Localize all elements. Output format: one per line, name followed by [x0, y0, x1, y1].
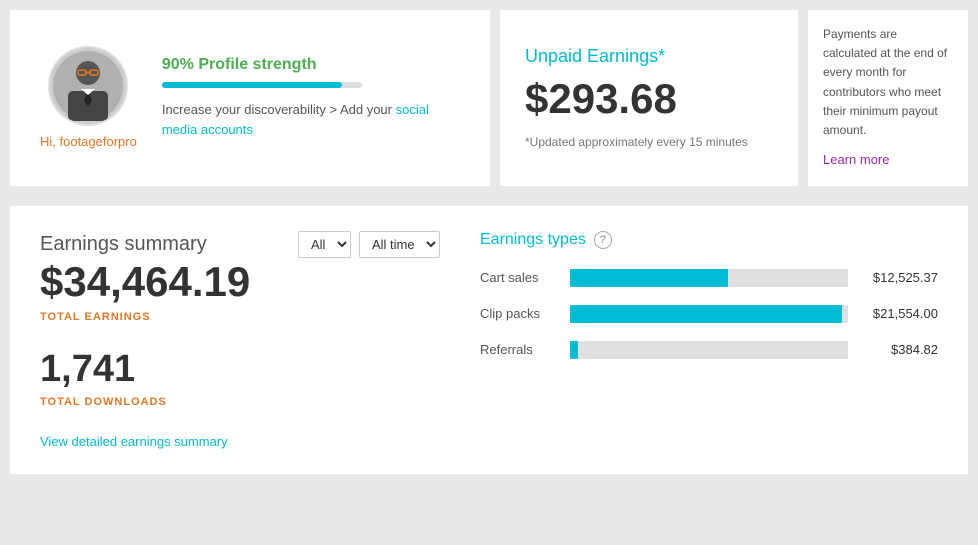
profile-card: Hi, footageforpro 90% Profile strength I… — [10, 10, 490, 186]
filter-all-select[interactable]: All — [298, 231, 351, 258]
earnings-row-label: Referrals — [480, 342, 560, 357]
unpaid-earnings-title: Unpaid Earnings* — [525, 46, 773, 67]
avatar — [48, 46, 128, 126]
earnings-row: Referrals $384.82 — [480, 341, 938, 359]
earnings-bar-wrap — [570, 305, 848, 323]
unpaid-earnings-amount: $293.68 — [525, 75, 773, 123]
earnings-row-amount: $21,554.00 — [858, 306, 938, 321]
payments-info-card: Payments are calculated at the end of ev… — [808, 10, 968, 186]
earnings-bar-fill — [570, 305, 842, 323]
earnings-summary-title: Earnings summary — [40, 233, 207, 256]
profile-strength-label: 90% Profile strength — [162, 56, 460, 74]
earnings-row: Cart sales $12,525.37 — [480, 269, 938, 287]
social-media-link[interactable]: social media accounts — [162, 102, 429, 137]
total-earnings-label: TOTAL EARNINGS — [40, 311, 440, 323]
filter-time-select[interactable]: All time — [359, 231, 440, 258]
help-icon[interactable]: ? — [594, 231, 612, 249]
total-downloads-label: TOTAL DOWNLOADS — [40, 396, 440, 408]
earnings-bar-fill — [570, 341, 578, 359]
profile-progress-fill — [162, 82, 342, 88]
earnings-summary-header: Earnings summary All All time — [40, 231, 440, 258]
top-section: Hi, footageforpro 90% Profile strength I… — [0, 0, 978, 196]
earnings-row-amount: $384.82 — [858, 342, 938, 357]
earnings-row-label: Clip packs — [480, 306, 560, 321]
earnings-rows-container: Cart sales $12,525.37 Clip packs $21,554.00… — [480, 269, 938, 359]
right-panel: Earnings types ? Cart sales $12,525.37 Cli… — [480, 231, 938, 449]
learn-more-link[interactable]: Learn more — [823, 150, 953, 171]
earnings-row: Clip packs $21,554.00 — [480, 305, 938, 323]
earnings-bar-fill — [570, 269, 728, 287]
earnings-types-title: Earnings types — [480, 231, 586, 249]
earnings-bar-wrap — [570, 341, 848, 359]
profile-strength-section: 90% Profile strength Increase your disco… — [162, 56, 460, 139]
total-earnings-amount: $34,464.19 — [40, 258, 440, 306]
profile-progress-bar — [162, 82, 362, 88]
earnings-bar-wrap — [570, 269, 848, 287]
earnings-row-amount: $12,525.37 — [858, 270, 938, 285]
unpaid-earnings-note: *Updated approximately every 15 minutes — [525, 135, 773, 149]
profile-tip: Increase your discoverability > Add your… — [162, 100, 460, 139]
total-downloads-amount: 1,741 — [40, 348, 440, 391]
left-panel: Earnings summary All All time $34,464.19… — [40, 231, 440, 449]
bottom-section: Earnings summary All All time $34,464.19… — [10, 206, 968, 474]
user-greeting: Hi, footageforpro — [40, 134, 137, 149]
avatar-wrap: Hi, footageforpro — [40, 46, 137, 149]
view-detailed-link[interactable]: View detailed earnings summary — [40, 434, 228, 449]
earnings-types-header: Earnings types ? — [480, 231, 938, 249]
unpaid-earnings-card: Unpaid Earnings* $293.68 *Updated approx… — [500, 10, 798, 186]
earnings-row-label: Cart sales — [480, 270, 560, 285]
filter-selects: All All time — [298, 231, 440, 258]
payments-info-text: Payments are calculated at the end of ev… — [823, 25, 953, 140]
